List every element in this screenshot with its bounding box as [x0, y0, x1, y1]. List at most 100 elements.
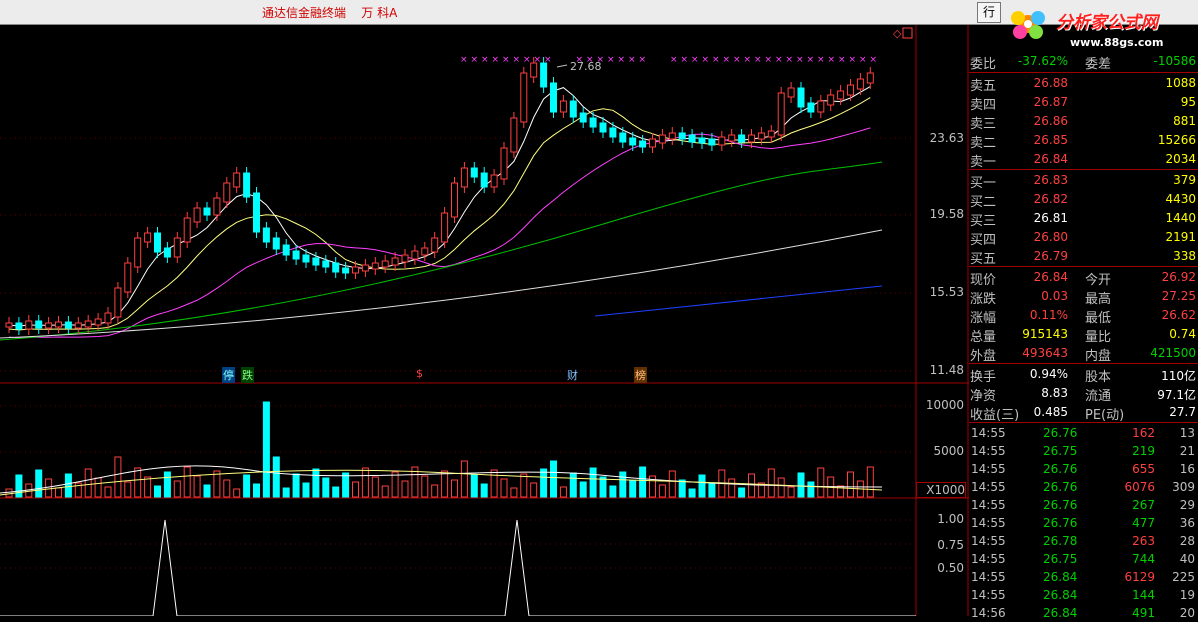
bid-3[interactable]: 买三 26.81 1440 — [969, 209, 1198, 229]
tick-price: 26.78 — [1043, 534, 1078, 548]
price-axis-4: 11.48 — [929, 363, 964, 377]
svg-text:×: × — [544, 55, 552, 65]
svg-text:×: × — [796, 55, 804, 65]
tick-row: 14:55 26.76 655 16 — [969, 460, 1198, 478]
stat-row-2-v1: 0.11% — [1029, 308, 1068, 322]
svg-text:×: × — [723, 55, 731, 65]
flag-rank[interactable]: 榜 — [634, 367, 647, 383]
tick-time: 14:55 — [971, 516, 1006, 530]
bid-5-label: 买五 — [970, 252, 997, 267]
svg-text:×: × — [607, 55, 615, 65]
diamond-icon[interactable]: ◇ — [893, 27, 902, 40]
bid-2-price: 26.82 — [1033, 192, 1068, 206]
stat-row-1-k2: 最高 — [1085, 292, 1112, 307]
stat-row-3: 总量 915143 量比 0.74 — [969, 325, 1198, 345]
quote-panel: 委比 -37.62% 委差 -10586 卖五 26.88 1088 卖四 26.… — [969, 52, 1198, 620]
stat-row-3-k2: 量比 — [1085, 330, 1112, 345]
tick-count: 19 — [1179, 588, 1195, 602]
bid-4[interactable]: 买四 26.80 2191 — [969, 228, 1198, 248]
tick-count: 36 — [1179, 516, 1195, 530]
bid-1-label: 买一 — [970, 176, 997, 191]
ask-4[interactable]: 卖四 26.87 95 — [969, 93, 1198, 113]
tick-time: 14:55 — [971, 570, 1006, 584]
tick-price: 26.76 — [1043, 480, 1078, 494]
svg-text:×: × — [712, 55, 720, 65]
fund-row-2-v2: 27.7 — [1169, 405, 1196, 419]
stat-row-3-k1: 总量 — [970, 330, 997, 345]
tick-time: 14:55 — [971, 444, 1006, 458]
tick-volume: 6076 — [1124, 480, 1155, 494]
svg-text:×: × — [828, 55, 836, 65]
webi-row: 委比 -37.62% 委差 -10586 — [969, 52, 1198, 72]
svg-text:×: × — [702, 55, 710, 65]
svg-text:×: × — [639, 55, 647, 65]
fund-row-2-k2: PE(动) — [1085, 408, 1125, 423]
tick-volume: 144 — [1132, 588, 1155, 602]
tick-volume: 267 — [1132, 498, 1155, 512]
tick-time: 14:55 — [971, 534, 1006, 548]
fund-row-1-k1: 净资 — [970, 389, 997, 404]
kline-chart[interactable]: × × × × × × × × × × × × × × × × × × × × × × × × × × × × × × × × × × × × 27.… — [0, 25, 969, 616]
flag-drop[interactable]: 跌 — [241, 367, 254, 383]
svg-text:×: × — [765, 55, 773, 65]
ask-5-volume: 1088 — [1165, 76, 1196, 90]
volume-axis-1: 10000 — [925, 398, 964, 412]
tick-count: 16 — [1179, 462, 1195, 476]
bid-5[interactable]: 买五 26.79 338 — [969, 247, 1198, 267]
svg-text:×: × — [460, 55, 468, 65]
svg-text:×: × — [775, 55, 783, 65]
stat-row-2-k1: 涨幅 — [970, 311, 997, 326]
fund-row-1: 净资 8.83 流通 97.1亿 — [969, 384, 1198, 404]
flag-finance[interactable]: 财 — [566, 367, 579, 383]
fund-row-1-v2: 97.1亿 — [1157, 388, 1196, 402]
tick-price: 26.84 — [1043, 606, 1078, 620]
flag-dollar[interactable]: $ — [415, 367, 424, 380]
indicator-axis-1: 1.00 — [937, 512, 964, 526]
bid-1-price: 26.83 — [1033, 173, 1068, 187]
ask-1[interactable]: 卖一 26.84 2034 — [969, 150, 1198, 170]
ask-3-label: 卖三 — [970, 117, 997, 132]
svg-text:×: × — [744, 55, 752, 65]
fund-row-0-k2: 股本 — [1085, 370, 1112, 385]
tick-price: 26.84 — [1043, 588, 1078, 602]
svg-text:×: × — [481, 55, 489, 65]
tick-count: 309 — [1172, 480, 1195, 494]
tick-price: 26.76 — [1043, 462, 1078, 476]
ask-2[interactable]: 卖二 26.85 15266 — [969, 131, 1198, 151]
ask-3[interactable]: 卖三 26.86 881 — [969, 112, 1198, 132]
flag-halt[interactable]: 停 — [222, 367, 235, 383]
bid-4-volume: 2191 — [1165, 230, 1196, 244]
ask-1-price: 26.84 — [1033, 152, 1068, 166]
weicha-label: 委差 — [1085, 57, 1112, 72]
tick-volume: 162 — [1132, 426, 1155, 440]
tick-row: 14:55 26.75 219 21 — [969, 442, 1198, 460]
tick-time: 14:55 — [971, 552, 1006, 566]
tick-count: 29 — [1179, 498, 1195, 512]
bid-3-label: 买三 — [970, 214, 997, 229]
fund-row-0-v1: 0.94% — [1029, 367, 1068, 381]
price-axis-2: 19.58 — [929, 207, 964, 221]
tick-count: 20 — [1179, 606, 1195, 620]
bid-4-price: 26.80 — [1033, 230, 1068, 244]
ask-5-label: 卖五 — [970, 79, 997, 94]
bid-1[interactable]: 买一 26.83 379 — [969, 171, 1198, 191]
quote-tab[interactable]: 行 — [977, 2, 1001, 23]
tick-time: 14:55 — [971, 498, 1006, 512]
svg-text:×: × — [733, 55, 741, 65]
svg-text:×: × — [807, 55, 815, 65]
stat-row-0: 现价 26.84 今开 26.92 — [969, 268, 1198, 288]
bid-2[interactable]: 买二 26.82 4430 — [969, 190, 1198, 210]
ask-2-price: 26.85 — [1033, 133, 1068, 147]
svg-text:×: × — [849, 55, 857, 65]
stat-row-1-k1: 涨跌 — [970, 292, 997, 307]
ask-5[interactable]: 卖五 26.88 1088 — [969, 74, 1198, 94]
fund-row-0-k1: 换手 — [970, 370, 997, 385]
tick-volume: 655 — [1132, 462, 1155, 476]
logo-name: 分析家公式网 — [1056, 13, 1158, 33]
stat-row-1-v2: 27.25 — [1161, 289, 1196, 303]
tick-price: 26.76 — [1043, 498, 1078, 512]
tick-volume: 6129 — [1124, 570, 1155, 584]
tick-count: 21 — [1179, 444, 1195, 458]
stat-row-2-k2: 最低 — [1085, 311, 1112, 326]
stat-row-4-k1: 外盘 — [970, 349, 997, 364]
